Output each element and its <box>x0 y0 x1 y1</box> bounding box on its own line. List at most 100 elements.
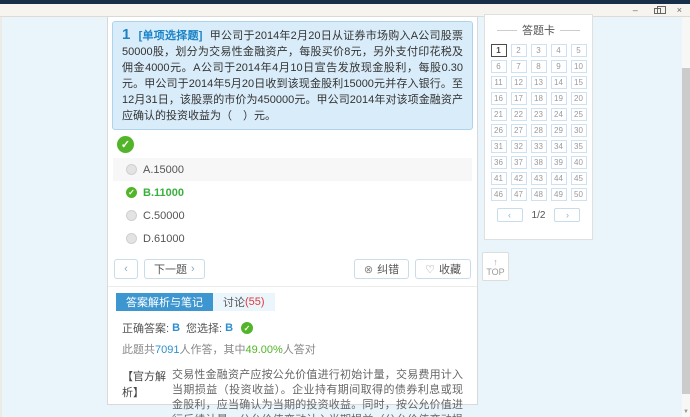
answer-card-cell[interactable]: 15 <box>571 76 587 89</box>
stats-count: 7091 <box>155 344 179 356</box>
option-row[interactable]: A.15000 <box>113 158 472 181</box>
answer-card-cell[interactable]: 5 <box>571 44 587 57</box>
answer-correct-icon: ✓ <box>241 322 253 334</box>
option-label: D.61000 <box>143 233 185 245</box>
answer-card-cell[interactable]: 24 <box>551 108 567 121</box>
header-line-left <box>497 30 517 31</box>
answer-card-cell[interactable]: 8 <box>531 60 547 73</box>
chevron-left-icon: ‹ <box>508 210 511 220</box>
prev-question-button[interactable]: ‹ <box>114 259 138 279</box>
chosen-answer-label: 您选择: <box>186 320 222 336</box>
answer-card-cell[interactable]: 9 <box>551 60 567 73</box>
report-error-button[interactable]: ⊗纠错 <box>354 259 409 279</box>
window-left-border <box>0 17 2 417</box>
answer-card-cell[interactable]: 50 <box>571 188 587 201</box>
heart-icon: ♡ <box>425 263 435 276</box>
answer-card-cell[interactable]: 19 <box>551 92 567 105</box>
answer-summary: 正确答案: B 您选择: B ✓ <box>122 320 477 336</box>
option-row[interactable]: ✓B.11000 <box>113 181 472 204</box>
answer-card-cell[interactable]: 3 <box>531 44 547 57</box>
answer-card-cell[interactable]: 11 <box>491 76 507 89</box>
card-next-page-button[interactable]: › <box>554 208 580 222</box>
answer-card-cell[interactable]: 47 <box>511 188 527 201</box>
answer-card-cell[interactable]: 40 <box>571 156 587 169</box>
stats-percent: 49.00% <box>245 344 282 356</box>
restore-button[interactable] <box>654 8 661 14</box>
answer-card-cell[interactable]: 42 <box>511 172 527 185</box>
answer-card-cell[interactable]: 35 <box>571 140 587 153</box>
option-radio-icon <box>126 233 137 244</box>
answer-card-cell[interactable]: 26 <box>491 124 507 137</box>
answer-card-cell[interactable]: 22 <box>511 108 527 121</box>
scrollbar-thumb[interactable] <box>682 68 690 394</box>
answer-card-cell[interactable]: 29 <box>551 124 567 137</box>
answer-card-cell[interactable]: 12 <box>511 76 527 89</box>
answer-card-cell[interactable]: 43 <box>531 172 547 185</box>
option-check-icon: ✓ <box>126 187 137 198</box>
answer-card-cell[interactable]: 46 <box>491 188 507 201</box>
stats-prefix: 此题共 <box>122 344 155 356</box>
answer-card-cell[interactable]: 48 <box>531 188 547 201</box>
option-row[interactable]: D.61000 <box>113 227 472 250</box>
answer-card-cell[interactable]: 13 <box>531 76 547 89</box>
answer-card-cell[interactable]: 23 <box>531 108 547 121</box>
tab-analysis-notes[interactable]: 答案解析与笔记 <box>116 293 213 311</box>
answer-card-cell[interactable]: 31 <box>491 140 507 153</box>
card-prev-page-button[interactable]: ‹ <box>497 208 523 222</box>
answer-card-cell[interactable]: 33 <box>531 140 547 153</box>
tabs-bar: 答案解析与笔记 讨论(55) <box>108 286 477 311</box>
window-controls: – × <box>633 4 682 17</box>
answer-card-cell[interactable]: 16 <box>491 92 507 105</box>
question-number: 1 <box>122 26 130 43</box>
scrollbar[interactable]: ▼ <box>682 17 690 417</box>
tab-discussion[interactable]: 讨论(55) <box>213 293 275 311</box>
answer-card-cell[interactable]: 27 <box>511 124 527 137</box>
favorite-button[interactable]: ♡收藏 <box>415 259 471 279</box>
page-indicator: 1/2 <box>532 210 546 221</box>
answer-card-cell[interactable]: 44 <box>551 172 567 185</box>
answer-card-cell[interactable]: 39 <box>551 156 567 169</box>
answer-card-cell[interactable]: 4 <box>551 44 567 57</box>
discussion-count: (55) <box>245 296 265 308</box>
minimize-button[interactable]: – <box>633 4 638 17</box>
answer-card-cell[interactable]: 38 <box>531 156 547 169</box>
answer-card-cell[interactable]: 28 <box>531 124 547 137</box>
option-row[interactable]: C.50000 <box>113 204 472 227</box>
next-question-label: 下一题 <box>154 261 187 277</box>
restore-icon <box>654 8 661 14</box>
answer-card-cell[interactable]: 25 <box>571 108 587 121</box>
answer-card-cell[interactable]: 18 <box>531 92 547 105</box>
answer-card-cell[interactable]: 6 <box>491 60 507 73</box>
answer-card-cell[interactable]: 17 <box>511 92 527 105</box>
answer-card-cell[interactable]: 30 <box>571 124 587 137</box>
header-line-right <box>560 30 580 31</box>
answer-card-cell[interactable]: 14 <box>551 76 567 89</box>
answer-card-cell[interactable]: 37 <box>511 156 527 169</box>
answer-card-cell[interactable]: 41 <box>491 172 507 185</box>
question-box: 1 [单项选择题] 甲公司于2014年2月20日从证券市场购入A公司股票5000… <box>112 21 473 130</box>
scroll-down-icon[interactable]: ▼ <box>682 409 690 415</box>
answer-card-cell[interactable]: 36 <box>491 156 507 169</box>
question-text: 甲公司于2014年2月20日从证券市场购入A公司股票50000股，划分为交易性金… <box>122 30 463 122</box>
close-button[interactable]: × <box>677 4 682 17</box>
answer-card-cell[interactable]: 10 <box>571 60 587 73</box>
answer-card-cell[interactable]: 2 <box>511 44 527 57</box>
option-radio-icon <box>126 164 137 175</box>
stats-suffix: 人答对 <box>283 344 316 356</box>
option-label: A.15000 <box>143 164 184 176</box>
option-radio-icon <box>126 210 137 221</box>
answer-card-cell[interactable]: 21 <box>491 108 507 121</box>
answer-card-cell[interactable]: 1 <box>491 44 507 57</box>
chevron-right-icon: › <box>566 210 569 220</box>
answer-card-cell[interactable]: 7 <box>511 60 527 73</box>
answer-card-cell[interactable]: 20 <box>571 92 587 105</box>
answer-card-cell[interactable]: 32 <box>511 140 527 153</box>
back-to-top-button[interactable]: ↑ TOP <box>482 252 509 281</box>
up-arrow-icon: ↑ <box>493 257 498 267</box>
top-label: TOP <box>486 267 504 277</box>
question-nav: ‹ 下一题› ⊗纠错 ♡收藏 <box>114 259 471 279</box>
answer-card-cell[interactable]: 34 <box>551 140 567 153</box>
next-question-button[interactable]: 下一题› <box>144 259 205 279</box>
answer-card-cell[interactable]: 49 <box>551 188 567 201</box>
answer-card-cell[interactable]: 45 <box>571 172 587 185</box>
